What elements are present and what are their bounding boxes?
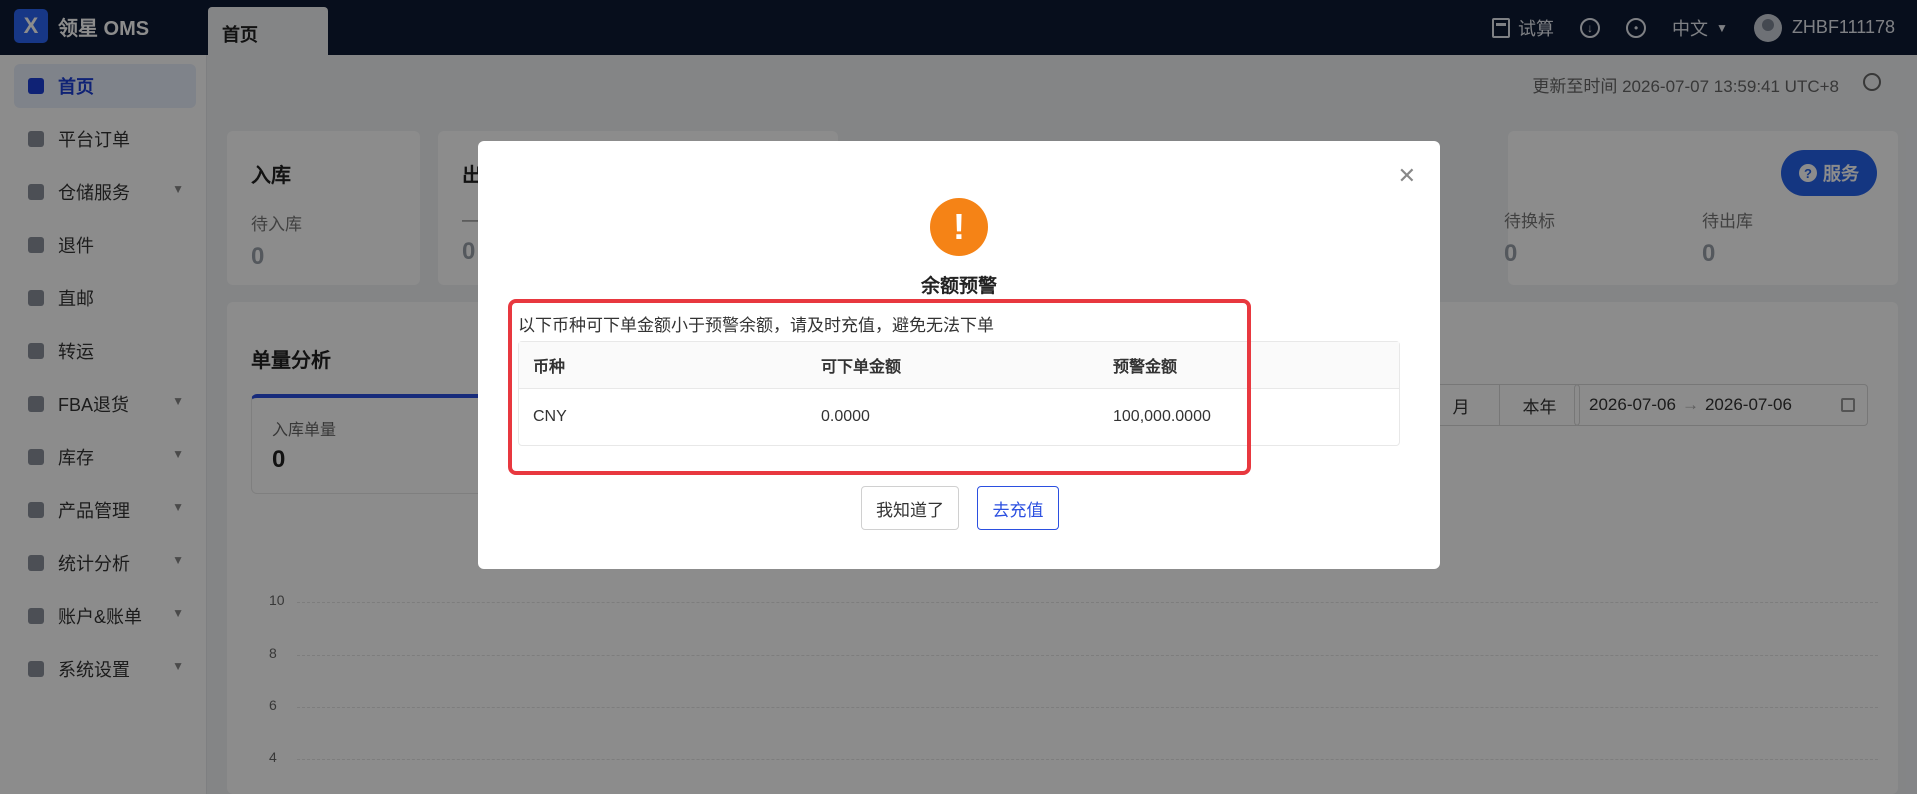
highlight-box	[508, 299, 1251, 475]
acknowledge-button[interactable]: 我知道了	[861, 486, 959, 530]
warning-icon: !	[930, 198, 988, 256]
modal-title: 余额预警	[920, 276, 997, 297]
acknowledge-label: 我知道了	[876, 500, 944, 520]
close-icon[interactable]: ✕	[1398, 163, 1416, 189]
recharge-label: 去充值	[992, 500, 1044, 520]
recharge-button[interactable]: 去充值	[977, 486, 1059, 530]
balance-warning-modal: ✕ ! 余额预警 以下币种可下单金额小于预警余额，请及时充值，避免无法下单 币种…	[478, 141, 1440, 569]
